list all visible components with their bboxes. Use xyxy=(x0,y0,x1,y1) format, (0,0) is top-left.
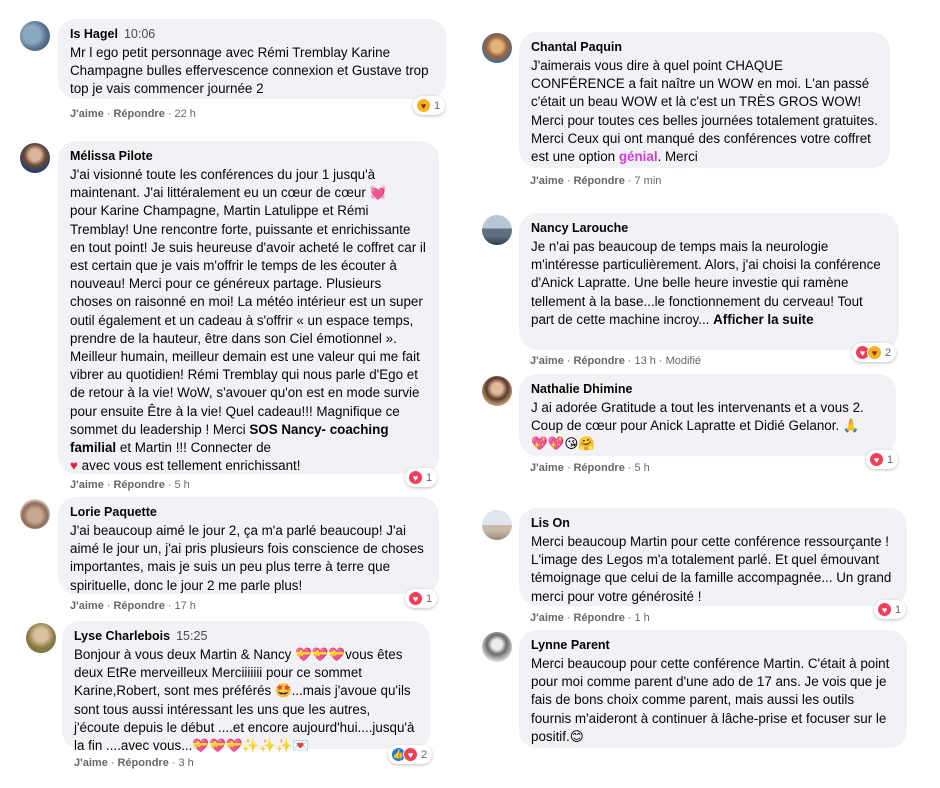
author-name[interactable]: Mélissa Pilote xyxy=(70,149,153,163)
highlight-word[interactable]: génial xyxy=(619,149,658,164)
reaction-count: 1 xyxy=(426,592,433,605)
like-button[interactable]: J'aime xyxy=(70,108,104,120)
comment-actions: J'aime · Répondre · 5 h xyxy=(70,479,190,491)
author-name[interactable]: Lyse Charlebois xyxy=(74,629,170,643)
comment-bubble: Lynne Parent Merci beaucoup pour cette c… xyxy=(519,630,907,748)
reaction-count: 1 xyxy=(434,99,441,112)
comment-actions: J'aime · Répondre · 22 h xyxy=(70,108,196,120)
author-name[interactable]: Chantal Paquin xyxy=(531,40,622,54)
like-button[interactable]: J'aime xyxy=(530,175,564,187)
comment-text: Mr l ego petit personnage avec Rémi Trem… xyxy=(70,45,429,97)
care-icon: ♥ xyxy=(416,98,431,113)
reaction-count: 2 xyxy=(421,748,428,761)
comment-age[interactable]: 22 h xyxy=(175,108,196,120)
care-icon: ♥ xyxy=(867,345,882,360)
comment-bubble: Nathalie Dhimine J ai adorée Gratitude a… xyxy=(519,374,896,456)
love-icon: ♥ xyxy=(403,747,418,762)
comment-bubble: Nancy Larouche Je n'ai pas beaucoup de t… xyxy=(519,213,899,350)
comment-age[interactable]: 1 h xyxy=(635,612,650,624)
avatar[interactable] xyxy=(482,632,512,662)
comment-bubble: Lorie Paquette J'ai beaucoup aimé le jou… xyxy=(58,497,439,594)
comment-age[interactable]: 17 h xyxy=(175,600,196,612)
avatar[interactable] xyxy=(482,215,512,245)
comment-time: 10:06 xyxy=(123,27,156,41)
reply-button[interactable]: Répondre xyxy=(113,479,164,491)
avatar[interactable] xyxy=(482,510,512,540)
reply-button[interactable]: Répondre xyxy=(113,600,164,612)
comment-text: Merci beaucoup pour cette conférence Mar… xyxy=(531,656,890,744)
like-button[interactable]: J'aime xyxy=(74,757,108,769)
comment-text: Je n'ai pas beaucoup de temps mais la ne… xyxy=(531,239,881,327)
comment-actions: J'aime · Répondre · 17 h xyxy=(70,600,196,612)
avatar[interactable] xyxy=(26,623,56,653)
avatar[interactable] xyxy=(482,33,512,63)
comment-bubble: Chantal Paquin J'aimerais vous dire à qu… xyxy=(519,32,890,168)
comment-age[interactable]: 5 h xyxy=(175,479,190,491)
comment-actions: J'aime · Répondre · 13 h · Modifié xyxy=(530,355,702,367)
reply-button[interactable]: Répondre xyxy=(573,175,624,187)
like-button[interactable]: J'aime xyxy=(70,479,104,491)
comment-actions: J'aime · Répondre · 1 h xyxy=(530,612,650,624)
reaction-summary[interactable]: ♥ ♥ 2 xyxy=(852,343,897,362)
love-icon: ♥ xyxy=(869,452,884,467)
reaction-count: 1 xyxy=(426,471,433,484)
avatar[interactable] xyxy=(482,376,512,406)
reaction-summary[interactable]: ♥ 1 xyxy=(405,589,438,608)
like-button[interactable]: J'aime xyxy=(70,600,104,612)
comment-bubble: Is Hagel 10:06 Mr l ego petit personnage … xyxy=(58,19,446,99)
heart-emoji: 💓 xyxy=(369,185,387,201)
comment-actions: J'aime · Répondre · 3 h xyxy=(74,757,194,769)
author-name[interactable]: Lorie Paquette xyxy=(70,505,157,519)
heart-emoji: ♥ xyxy=(70,458,78,474)
reaction-count: 1 xyxy=(887,453,894,466)
comment-time: 15:25 xyxy=(176,629,208,643)
comment-text: Merci beaucoup Martin pour cette confére… xyxy=(531,534,892,604)
reply-button[interactable]: Répondre xyxy=(573,612,624,624)
comment-text: J'aimerais vous dire à quel point CHAQUE… xyxy=(531,58,878,165)
reaction-summary[interactable]: ♥ 1 xyxy=(866,450,899,469)
reaction-summary[interactable]: ♥ 1 xyxy=(874,600,907,619)
comment-age[interactable]: 5 h xyxy=(635,462,650,474)
reply-button[interactable]: Répondre xyxy=(113,108,164,120)
reaction-count: 2 xyxy=(885,346,892,359)
reply-button[interactable]: Répondre xyxy=(573,462,624,474)
comment-text: J ai adorée Gratitude a tout les interve… xyxy=(531,400,864,452)
reply-button[interactable]: Répondre xyxy=(117,757,168,769)
avatar[interactable] xyxy=(20,499,50,529)
avatar[interactable] xyxy=(20,143,50,173)
reaction-summary[interactable]: ♥ 1 xyxy=(405,468,438,487)
edited-label: Modifié xyxy=(665,355,702,367)
avatar[interactable] xyxy=(20,21,50,51)
like-button[interactable]: J'aime xyxy=(530,462,564,474)
author-name[interactable]: Nancy Larouche xyxy=(531,221,628,235)
author-name[interactable]: Lis On xyxy=(531,516,570,530)
comment-age[interactable]: 7 min xyxy=(635,175,662,187)
comment-text: J'ai visionné toute les conférences du j… xyxy=(70,167,426,474)
comment-actions: J'aime · Répondre · 5 h xyxy=(530,462,650,474)
comment-age[interactable]: 3 h xyxy=(179,757,194,769)
reaction-count: 1 xyxy=(895,603,902,616)
author-name[interactable]: Is Hagel xyxy=(70,27,118,41)
love-icon: ♥ xyxy=(408,470,423,485)
like-button[interactable]: J'aime xyxy=(530,612,564,624)
love-icon: ♥ xyxy=(877,602,892,617)
author-name[interactable]: Lynne Parent xyxy=(531,638,610,652)
comment-actions: J'aime · Répondre · 7 min xyxy=(530,175,662,187)
like-button[interactable]: J'aime xyxy=(530,355,564,367)
reply-button[interactable]: Répondre xyxy=(573,355,624,367)
comment-bubble: Mélissa Pilote J'ai visionné toute les c… xyxy=(58,141,439,474)
reaction-summary[interactable]: 👍 ♥ 2 xyxy=(388,745,433,764)
comment-bubble: Lyse Charlebois 15:25 Bonjour à vous deux… xyxy=(62,621,430,753)
author-name[interactable]: Nathalie Dhimine xyxy=(531,382,632,396)
comment-text: Bonjour à vous deux Martin & Nancy 💝💝💝vo… xyxy=(74,647,415,754)
comment-bubble: Lis On Merci beaucoup Martin pour cette … xyxy=(519,508,907,606)
comment-text: J'ai beaucoup aimé le jour 2, ça m'a par… xyxy=(70,523,424,593)
see-more-link[interactable]: Afficher la suite xyxy=(713,312,813,327)
reaction-summary[interactable]: ♥ 1 xyxy=(413,96,446,115)
love-icon: ♥ xyxy=(408,591,423,606)
comment-age[interactable]: 13 h xyxy=(635,355,656,367)
